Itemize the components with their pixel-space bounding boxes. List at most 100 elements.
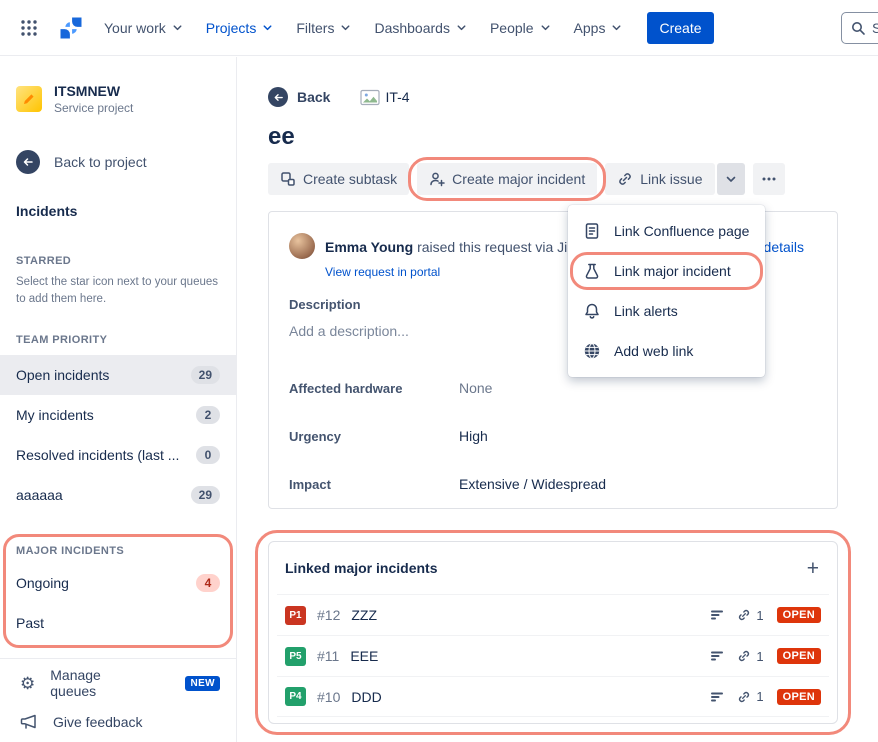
nav-projects[interactable]: Projects <box>206 20 275 36</box>
primary-nav: Your work Projects Filters Dashboards Pe… <box>104 20 623 36</box>
nav-apps[interactable]: Apps <box>574 20 624 36</box>
project-header: ITSMNEW Service project <box>16 83 133 115</box>
globe-icon <box>582 342 602 360</box>
project-name: ITSMNEW <box>54 83 133 99</box>
add-linked-incident-button[interactable]: + <box>805 558 821 579</box>
count-badge: 0 <box>196 446 220 464</box>
sidebar-item-open-incidents[interactable]: Open incidents 29 <box>0 355 236 395</box>
link-count-value: 1 <box>756 649 763 664</box>
megaphone-icon <box>20 714 38 730</box>
nav-people[interactable]: People <box>490 20 552 36</box>
field-label: Urgency <box>289 429 459 444</box>
more-actions-button[interactable] <box>753 163 785 195</box>
incident-name[interactable]: ZZZ <box>351 607 699 623</box>
link-options-dropdown: Link Confluence page Link major incident… <box>568 205 765 377</box>
reporter-name[interactable]: Emma Young <box>325 239 413 255</box>
new-badge: NEW <box>185 676 220 691</box>
back-to-project-button[interactable]: Back to project <box>16 150 147 174</box>
more-icon <box>760 170 778 188</box>
field-value[interactable]: High <box>459 428 488 444</box>
incident-name[interactable]: EEE <box>350 648 699 664</box>
status-badge: OPEN <box>777 607 821 623</box>
count-badge: 29 <box>191 486 220 504</box>
severity-bars-icon <box>710 608 724 622</box>
ongoing-count-badge: 4 <box>196 574 220 592</box>
back-button[interactable]: Back <box>268 87 330 107</box>
queue-label: Resolved incidents (last ... <box>16 447 188 463</box>
project-avatar-icon <box>16 86 42 112</box>
linked-incident-row[interactable]: P1 #12 ZZZ 1 OPEN <box>277 594 829 635</box>
menu-item-label: Link major incident <box>614 263 731 279</box>
queue-label: aaaaaa <box>16 487 183 503</box>
give-feedback-label: Give feedback <box>53 714 143 730</box>
create-major-incident-label: Create major incident <box>452 171 585 187</box>
chevron-down-icon <box>610 21 623 34</box>
view-request-in-portal-link[interactable]: View request in portal <box>325 265 440 279</box>
link-options-chevron-button[interactable] <box>717 163 745 195</box>
issue-key: IT-4 <box>385 89 409 105</box>
reporter-text: raised this request via Ji <box>417 239 567 255</box>
details-link[interactable]: details <box>764 239 804 255</box>
field-value[interactable]: Extensive / Widespread <box>459 476 606 492</box>
field-label: Affected hardware <box>289 381 459 396</box>
menu-item-link-alerts[interactable]: Link alerts <box>568 291 765 331</box>
menu-item-add-web-link[interactable]: Add web link <box>568 331 765 371</box>
app-switcher-icon[interactable] <box>14 13 44 43</box>
nav-dashboards[interactable]: Dashboards <box>374 20 468 36</box>
queue-label: Past <box>16 615 212 631</box>
status-badge: OPEN <box>777 648 821 664</box>
sidebar-item-ongoing[interactable]: Ongoing 4 <box>0 563 236 603</box>
page-icon <box>582 222 602 240</box>
link-icon <box>737 649 751 663</box>
status-badge: OPEN <box>777 689 821 705</box>
link-issue-button[interactable]: Link issue <box>605 163 714 195</box>
link-icon <box>737 608 751 622</box>
menu-item-link-confluence-page[interactable]: Link Confluence page <box>568 211 765 251</box>
person-add-icon <box>429 171 445 187</box>
avatar[interactable] <box>289 233 315 259</box>
link-issue-label: Link issue <box>640 171 702 187</box>
issue-key-group[interactable]: IT-4 <box>360 89 409 106</box>
chevron-down-icon <box>455 21 468 34</box>
bell-icon <box>582 302 602 320</box>
linked-card-header: Linked major incidents + <box>269 542 837 594</box>
sidebar-item-resolved-incidents[interactable]: Resolved incidents (last ... 0 <box>0 435 236 475</box>
major-incidents-section-label: MAJOR INCIDENTS <box>16 545 124 557</box>
sidebar: ITSMNEW Service project Back to project … <box>0 57 237 742</box>
priority-badge: P1 <box>285 606 306 625</box>
link-icon <box>617 171 633 187</box>
count-badge: 2 <box>196 406 220 424</box>
description-placeholder[interactable]: Add a description... <box>289 323 409 339</box>
search-box[interactable] <box>841 12 878 44</box>
menu-item-link-major-incident[interactable]: Link major incident <box>568 251 765 291</box>
create-subtask-button[interactable]: Create subtask <box>268 163 409 195</box>
sidebar-divider <box>0 658 236 659</box>
subtask-icon <box>280 171 296 187</box>
jira-logo-icon[interactable] <box>56 13 86 43</box>
create-button[interactable]: Create <box>647 12 713 44</box>
link-count-value: 1 <box>756 689 763 704</box>
nav-filters[interactable]: Filters <box>296 20 352 36</box>
arrow-left-icon <box>16 150 40 174</box>
nav-your-work[interactable]: Your work <box>104 20 184 36</box>
field-value[interactable]: None <box>459 380 492 396</box>
give-feedback-button[interactable]: Give feedback <box>20 707 220 737</box>
incident-name[interactable]: DDD <box>351 689 699 705</box>
starred-section-label: STARRED <box>16 255 71 267</box>
sidebar-item-past[interactable]: Past <box>0 603 236 643</box>
sidebar-item-my-incidents[interactable]: My incidents 2 <box>0 395 236 435</box>
sidebar-item-aaaaaa[interactable]: aaaaaa 29 <box>0 475 236 515</box>
main-content: Back IT-4 ee Create subtask Create major… <box>237 57 878 742</box>
create-major-incident-button[interactable]: Create major incident <box>417 163 597 195</box>
app-window: Your work Projects Filters Dashboards Pe… <box>0 0 878 742</box>
search-input[interactable] <box>872 20 878 36</box>
linked-incident-row[interactable]: P4 #10 DDD 1 OPEN <box>277 676 829 717</box>
linked-incident-row[interactable]: P5 #11 EEE 1 OPEN <box>277 635 829 676</box>
sidebar-heading: Incidents <box>16 203 77 219</box>
manage-queues-button[interactable]: ⚙ Manage queues NEW <box>20 668 220 698</box>
back-label: Back <box>297 89 330 105</box>
priority-badge: P5 <box>285 647 306 666</box>
menu-item-label: Link Confluence page <box>614 223 749 239</box>
incident-key: #12 <box>317 607 340 623</box>
gear-icon: ⚙ <box>20 675 35 692</box>
